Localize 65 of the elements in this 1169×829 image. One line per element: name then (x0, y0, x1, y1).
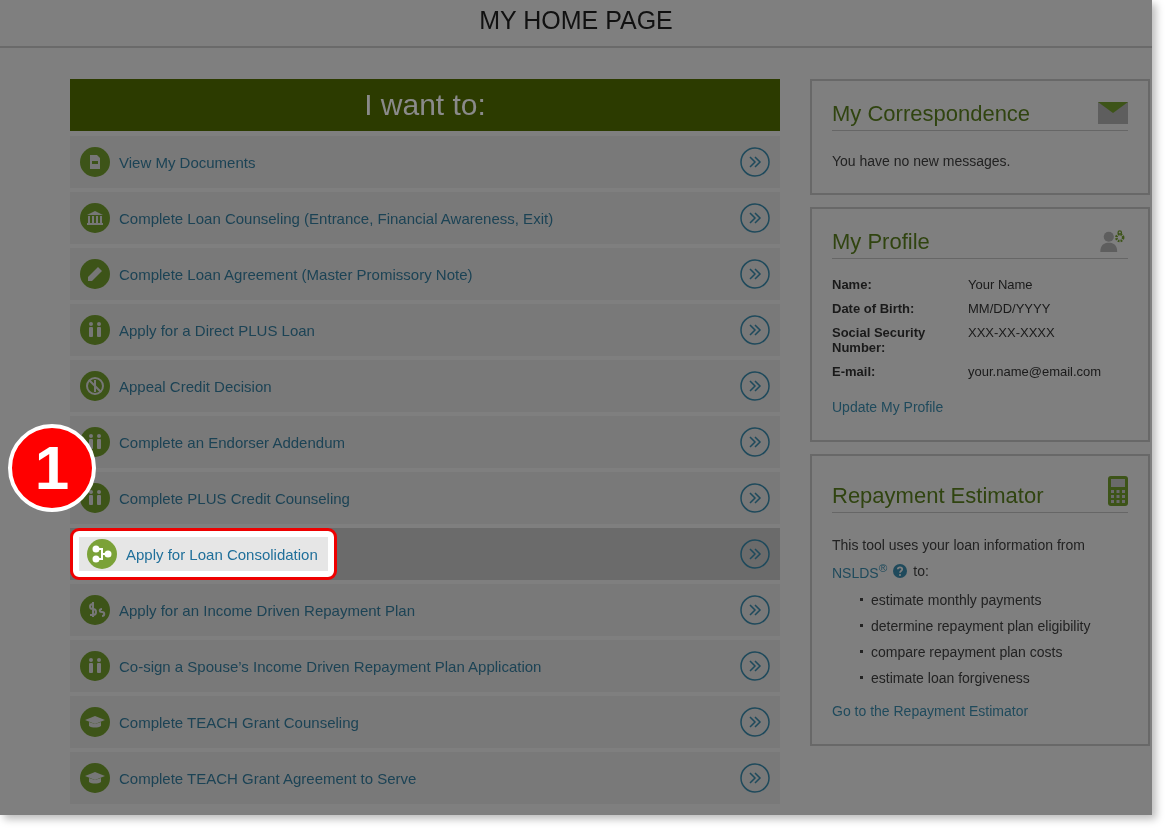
bullet-icon (860, 598, 863, 602)
chevron-button-icon[interactable] (740, 539, 770, 569)
family-icon (80, 315, 110, 345)
chevron-button-icon[interactable] (740, 427, 770, 457)
action-link[interactable]: Apply for a Direct PLUS Loan (80, 315, 315, 345)
action-link[interactable]: Appeal Credit Decision (80, 371, 272, 401)
field-label: Date of Birth: (832, 301, 916, 316)
chevron-button-icon[interactable] (740, 651, 770, 681)
field-label: E-mail: (832, 364, 877, 379)
action-link[interactable]: Apply for an Income Driven Repayment Plan (80, 595, 415, 625)
graduation-cap-icon (80, 763, 110, 793)
chevron-button-icon[interactable] (740, 595, 770, 625)
pencil-icon (80, 259, 110, 289)
field-label: Name: (832, 277, 873, 292)
graduation-cap-icon (80, 707, 110, 737)
help-icon[interactable] (893, 563, 908, 578)
intro-text: to: (913, 562, 929, 579)
no-dollar-icon (80, 371, 110, 401)
card-title: Repayment Estimator (832, 483, 1044, 509)
action-link[interactable]: Complete Loan Agreement (Master Promissory Note) (80, 259, 473, 289)
action-link[interactable]: Complete Loan Counseling (Entrance, Financial Awareness, Exit) (80, 203, 554, 233)
card-title: My Profile (832, 229, 930, 255)
calculator-icon (1108, 476, 1128, 506)
chevron-button-icon[interactable] (740, 147, 770, 177)
field-value: XXX-XX-XXXX (968, 325, 1056, 342)
chevron-button-icon[interactable] (740, 371, 770, 401)
action-link[interactable]: Apply for Loan Consolidation (70, 528, 337, 580)
action-link[interactable]: Complete TEACH Grant Counseling (80, 707, 359, 737)
message-text: You have no new messages. (832, 153, 1012, 169)
people-icon (80, 483, 110, 513)
chevron-button-icon[interactable] (740, 707, 770, 737)
people-icon (80, 427, 110, 457)
action-link[interactable]: View My Documents (80, 147, 256, 177)
bullet-icon (860, 676, 863, 680)
intro-text: This tool uses your loan information from (832, 536, 1086, 555)
dollar-icon (80, 595, 110, 625)
chevron-button-icon[interactable] (740, 483, 770, 513)
envelope-icon (1098, 102, 1128, 124)
page-title: MY HOME PAGE (0, 0, 1152, 48)
estimator-link[interactable]: Go to the Repayment Estimator (832, 702, 1029, 719)
field-value: MM/DD/YYYY (968, 301, 1052, 316)
chevron-button-icon[interactable] (740, 203, 770, 233)
bullet-text: compare repayment plan costs (871, 643, 1063, 660)
bullet-icon (860, 650, 863, 654)
step-badge: 1 (8, 424, 96, 512)
action-link[interactable]: Co-sign a Spouse’s Income Driven Repayment Plan Application (80, 651, 542, 681)
bullet-text: determine repayment plan eligibility (871, 617, 1091, 634)
chevron-button-icon[interactable] (740, 315, 770, 345)
bank-icon (80, 203, 110, 233)
chevron-button-icon[interactable] (740, 763, 770, 793)
merge-icon (87, 539, 117, 569)
document-icon (80, 147, 110, 177)
bullet-text: estimate loan forgiveness (871, 669, 1030, 686)
section-header: I want to: (70, 79, 780, 131)
field-label: Social Security Number: (832, 325, 927, 355)
nslds-link[interactable]: NSLDS$^{®}$ (832, 561, 888, 581)
field-value: Your Name (968, 277, 1034, 292)
people-icon (80, 651, 110, 681)
field-value: your.name@email.com (968, 364, 1103, 379)
update-profile-link[interactable]: Update My Profile (832, 399, 944, 415)
bullet-icon (860, 624, 863, 628)
action-link[interactable]: Complete TEACH Grant Agreement to Serve (80, 763, 417, 793)
bullet-text: estimate monthly payments (871, 591, 1042, 608)
chevron-button-icon[interactable] (740, 259, 770, 289)
card-title: My Correspondence (832, 101, 1031, 127)
